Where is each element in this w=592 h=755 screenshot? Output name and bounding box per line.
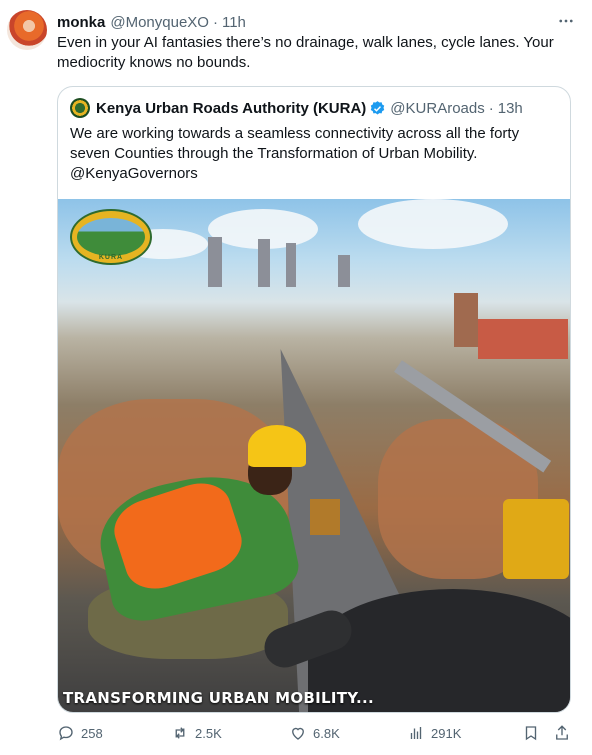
separator-dot: · <box>212 13 218 31</box>
views-button[interactable]: 291K <box>407 720 461 746</box>
reply-button[interactable]: 258 <box>57 720 103 746</box>
tweet-header: monka @MonyqueXO · 11h <box>57 12 580 32</box>
tweet-text: Even in your AI fantasies there’s no dra… <box>57 34 554 71</box>
author-name[interactable]: monka <box>57 14 105 31</box>
repost-count: 2.5K <box>195 725 222 741</box>
share-icon <box>556 725 568 740</box>
skyline-building <box>478 319 568 359</box>
dump-truck <box>310 499 340 535</box>
more-options-icon[interactable] <box>552 9 580 33</box>
skyline-building <box>338 255 350 287</box>
tweet-actions: 258 2.5K 6.8K 291K <box>57 720 577 746</box>
bookmark-button[interactable] <box>522 720 546 746</box>
skyline-building <box>454 293 478 347</box>
quoted-tweet[interactable]: Kenya Urban Roads Authority (KURA) @KURA… <box>57 86 571 713</box>
views-chart-icon <box>410 727 422 739</box>
view-count: 291K <box>431 725 462 741</box>
logo-emblem <box>77 218 145 256</box>
quoted-tweet-image[interactable]: KURA TRANSFORMING URBAN MOBILITY... <box>58 199 570 712</box>
cloud-shape <box>358 199 508 249</box>
skyline-building <box>208 237 222 287</box>
tweet-timestamp[interactable]: 11h <box>222 14 246 31</box>
bulldozer <box>503 499 569 579</box>
quoted-author-handle[interactable]: @KURAroads <box>390 100 484 117</box>
reply-count: 258 <box>81 725 103 741</box>
repost-icon <box>175 727 185 739</box>
heart-icon <box>292 727 304 740</box>
quoted-tweet-header: Kenya Urban Roads Authority (KURA) @KURA… <box>70 97 558 119</box>
quoted-tweet-timestamp[interactable]: 13h <box>498 100 523 117</box>
hard-hat <box>248 425 306 467</box>
quoted-tweet-text: We are working towards a seamless connec… <box>70 125 520 182</box>
share-button[interactable] <box>553 720 577 746</box>
like-button[interactable]: 6.8K <box>289 720 340 746</box>
kura-logo: KURA <box>70 209 152 265</box>
skyline-building <box>258 239 270 287</box>
author-handle[interactable]: @MonyqueXO <box>110 14 209 31</box>
reply-icon <box>59 726 73 741</box>
separator-dot: · <box>488 99 494 117</box>
author-avatar[interactable] <box>7 10 47 50</box>
image-caption: TRANSFORMING URBAN MOBILITY... <box>63 689 374 707</box>
verified-badge-icon <box>371 100 385 115</box>
skyline-building <box>286 243 296 287</box>
quoted-author-avatar[interactable] <box>70 98 90 118</box>
logo-text: KURA <box>98 254 124 261</box>
quoted-author-name[interactable]: Kenya Urban Roads Authority (KURA) <box>96 100 366 117</box>
like-count: 6.8K <box>313 725 340 741</box>
repost-button[interactable]: 2.5K <box>171 720 222 746</box>
bookmark-icon <box>525 726 537 741</box>
